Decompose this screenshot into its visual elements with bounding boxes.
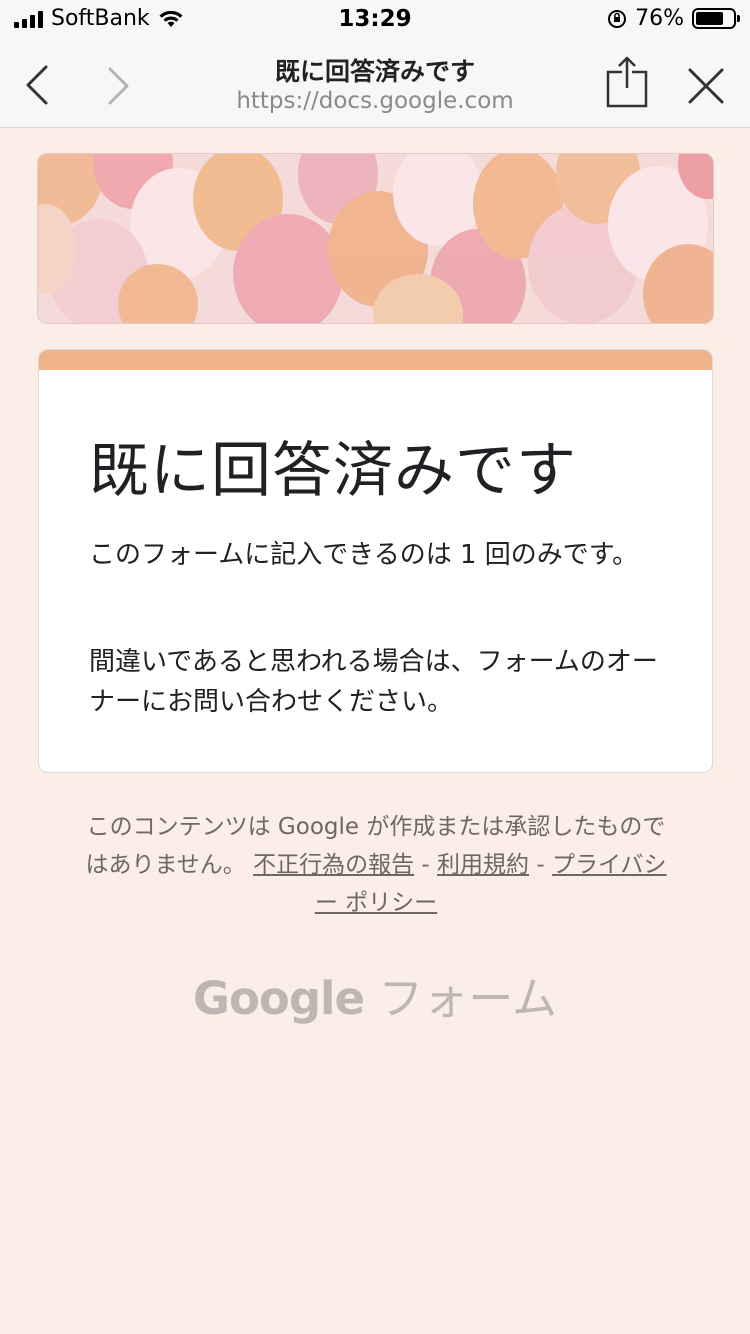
forms-wordmark: フォーム	[378, 972, 557, 1025]
footer: このコンテンツは Google が作成または承認したものではありません。 不正行…	[78, 808, 674, 922]
battery-percent: 76%	[635, 6, 684, 31]
battery-icon	[692, 8, 740, 29]
card-accent-bar	[39, 350, 712, 370]
status-bar: SoftBank 13:29 76%	[0, 0, 750, 40]
status-right: 76%	[607, 6, 740, 31]
footer-separator: -	[536, 852, 545, 878]
share-icon[interactable]	[604, 54, 650, 110]
browser-nav-bar: 既に回答済みです https://docs.google.com	[0, 40, 750, 128]
battery-fill	[696, 12, 724, 25]
card-message-contact: 間違いであると思われる場合は、フォームのオーナーにお問い合わせください。	[89, 647, 658, 717]
google-forms-logo[interactable]: Google フォーム	[0, 962, 750, 1027]
close-icon[interactable]	[686, 66, 726, 106]
google-wordmark: Google	[193, 972, 365, 1025]
header-banner-image	[37, 153, 714, 324]
form-card: 既に回答済みです このフォームに記入できるのは 1 回のみです。 間違いであると…	[38, 349, 713, 773]
card-message-limit: このフォームに記入できるのは 1 回のみです。	[89, 540, 639, 570]
footer-separator: -	[421, 852, 430, 878]
terms-link[interactable]: 利用規約	[437, 852, 529, 878]
card-title: 既に回答済みです	[89, 436, 577, 506]
orientation-lock-icon	[608, 9, 627, 28]
report-abuse-link[interactable]: 不正行為の報告	[253, 852, 414, 878]
balloons-illustration	[38, 154, 713, 323]
